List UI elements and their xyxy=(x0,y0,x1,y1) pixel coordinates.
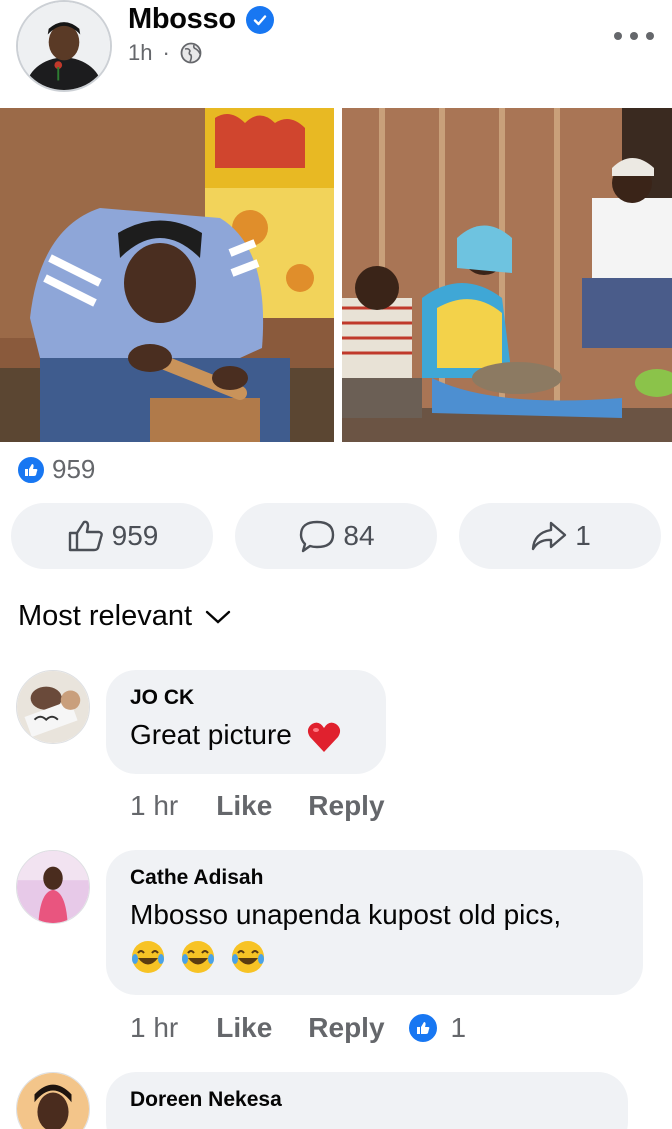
commenter-name[interactable]: JO CK xyxy=(130,686,362,710)
comment-like-button[interactable]: Like xyxy=(216,1012,272,1044)
like-icon xyxy=(68,520,103,552)
comment-reply-button[interactable]: Reply xyxy=(308,790,384,822)
laugh-emoji xyxy=(231,940,264,973)
like-count: 959 xyxy=(111,520,159,551)
reactions-summary[interactable]: 959 xyxy=(16,454,95,485)
emoji-row xyxy=(130,936,619,975)
share-icon xyxy=(532,521,567,551)
comment-sort-dropdown[interactable]: Most relevant xyxy=(18,600,232,633)
laugh-emoji xyxy=(181,940,214,973)
share-count: 1 xyxy=(575,520,591,551)
comment-text-content: Great picture xyxy=(130,719,292,750)
commenter-name[interactable]: Doreen Nekesa xyxy=(130,1088,604,1112)
comment-reply-button[interactable]: Reply xyxy=(308,1012,384,1044)
post-actions: 959 84 1 xyxy=(11,503,661,569)
author-name-text[interactable]: Mbosso xyxy=(128,3,236,36)
comment-text: Great picture xyxy=(130,716,362,755)
globe-icon xyxy=(180,42,202,64)
more-dot xyxy=(646,32,654,40)
more-options-icon[interactable] xyxy=(614,26,654,46)
comment-time: 1 hr xyxy=(130,790,179,821)
more-dot xyxy=(630,32,638,40)
comment-bubble[interactable]: JO CK Great picture xyxy=(106,670,386,774)
comment-icon xyxy=(300,520,335,553)
comment-text-content: Mbosso unapenda kupost old pics, xyxy=(130,899,562,930)
like-reaction-icon xyxy=(406,1012,439,1044)
commenter-avatar[interactable] xyxy=(16,670,90,744)
author-avatar[interactable] xyxy=(16,0,112,92)
comment-meta: 1 hr Like Reply 1 xyxy=(130,1012,466,1044)
heart-emoji xyxy=(307,722,340,752)
comment-reaction-count: 1 xyxy=(450,1012,467,1043)
share-button[interactable]: 1 xyxy=(459,503,661,569)
post-photo-right[interactable] xyxy=(342,108,672,442)
author-name[interactable]: Mbosso xyxy=(128,3,274,36)
verified-icon xyxy=(245,5,274,34)
meta-separator: · xyxy=(162,40,170,65)
comment-bubble[interactable]: Doreen Nekesa xyxy=(106,1072,628,1129)
reaction-count: 959 xyxy=(52,454,96,484)
commenter-name[interactable]: Cathe Adisah xyxy=(130,866,619,890)
comment-reactions[interactable]: 1 xyxy=(406,1012,467,1044)
sort-label: Most relevant xyxy=(18,600,193,632)
comment-count: 84 xyxy=(343,520,375,551)
comment-like-button[interactable]: Like xyxy=(216,790,272,822)
post-header: Mbosso 1h · xyxy=(0,0,672,100)
post-meta: 1h · xyxy=(128,40,202,66)
comment-bubble[interactable]: Cathe Adisah Mbosso unapenda kupost old … xyxy=(106,850,643,995)
post-time[interactable]: 1h xyxy=(128,40,152,66)
chevron-down-icon xyxy=(205,610,231,624)
post-photo-left[interactable] xyxy=(0,108,334,442)
like-reaction-icon xyxy=(16,454,46,485)
comment-time: 1 hr xyxy=(130,1012,179,1043)
comment-text: Mbosso unapenda kupost old pics, xyxy=(130,896,619,975)
like-button[interactable]: 959 xyxy=(11,503,213,569)
more-dot xyxy=(614,32,622,40)
commenter-avatar[interactable] xyxy=(16,1072,90,1129)
comment-button[interactable]: 84 xyxy=(235,503,437,569)
commenter-avatar[interactable] xyxy=(16,850,90,924)
laugh-emoji xyxy=(132,940,164,973)
comment-meta: 1 hr Like Reply xyxy=(130,790,421,822)
